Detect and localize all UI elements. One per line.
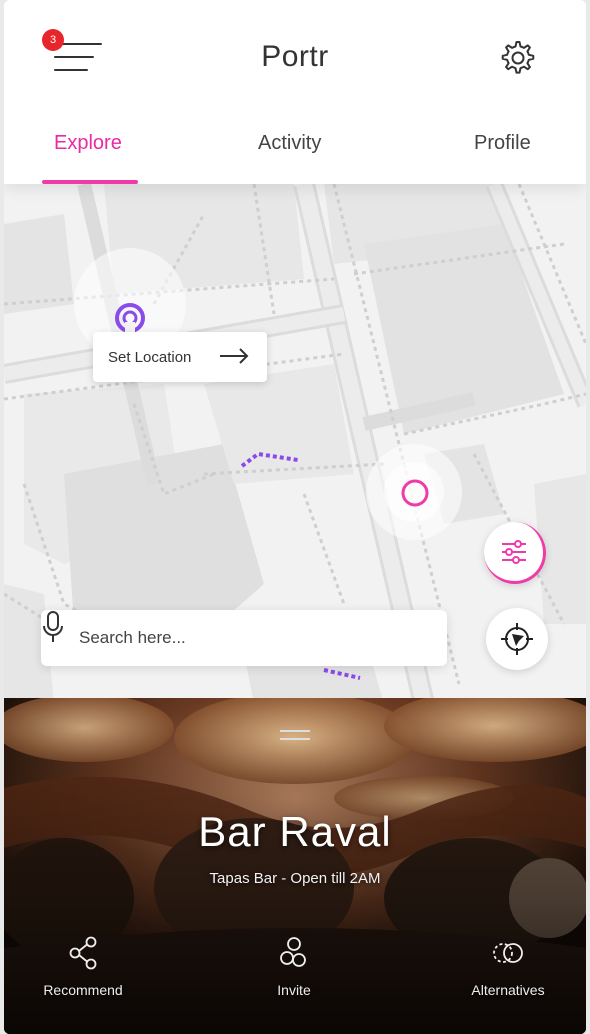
- locate-me-button[interactable]: [486, 608, 548, 670]
- venue-name: Bar Raval: [198, 808, 392, 855]
- set-location-label: Set Location: [108, 349, 192, 366]
- settings-button[interactable]: [498, 38, 538, 78]
- arrow-right-icon: [220, 348, 249, 364]
- microphone-icon[interactable]: [41, 610, 65, 644]
- gear-icon: [501, 41, 535, 74]
- search-input[interactable]: [79, 624, 379, 652]
- tab-bar: Explore Activity Profile: [4, 128, 586, 184]
- filter-button[interactable]: [484, 522, 546, 584]
- app-screen: 3 Portr Explore Activity Profile Set Loc…: [4, 0, 586, 1034]
- location-pin-icon: [115, 303, 145, 334]
- drag-handle[interactable]: [280, 730, 310, 742]
- alternatives-button[interactable]: Alternatives: [448, 936, 568, 998]
- alternatives-label: Alternatives: [471, 982, 545, 998]
- current-position-marker-icon: [401, 479, 429, 507]
- set-location-button[interactable]: Set Location: [93, 332, 267, 382]
- drag-handle-line: [280, 738, 310, 740]
- invite-label: Invite: [277, 982, 311, 998]
- share-icon: [69, 936, 97, 970]
- compass-icon: [501, 623, 533, 655]
- invite-button[interactable]: Invite: [234, 936, 354, 998]
- group-icon: [280, 937, 306, 967]
- tab-activity[interactable]: Activity: [258, 132, 321, 155]
- sliders-icon: [502, 540, 526, 564]
- drag-handle-line: [280, 730, 310, 732]
- recommend-label: Recommend: [43, 982, 123, 998]
- tab-profile[interactable]: Profile: [474, 132, 531, 155]
- tab-explore[interactable]: Explore: [54, 132, 122, 155]
- venue-card[interactable]: Bar Raval Tapas Bar - Open till 2AM Reco…: [4, 698, 586, 1034]
- map-view[interactable]: Set Location: [4, 184, 586, 704]
- alternatives-icon: [493, 943, 523, 963]
- search-bar: [41, 610, 447, 666]
- active-tab-indicator: [42, 180, 138, 184]
- recommend-button[interactable]: Recommend: [23, 936, 143, 998]
- venue-subtitle: Tapas Bar - Open till 2AM: [209, 870, 381, 887]
- app-header: 3 Portr Explore Activity Profile: [4, 0, 586, 184]
